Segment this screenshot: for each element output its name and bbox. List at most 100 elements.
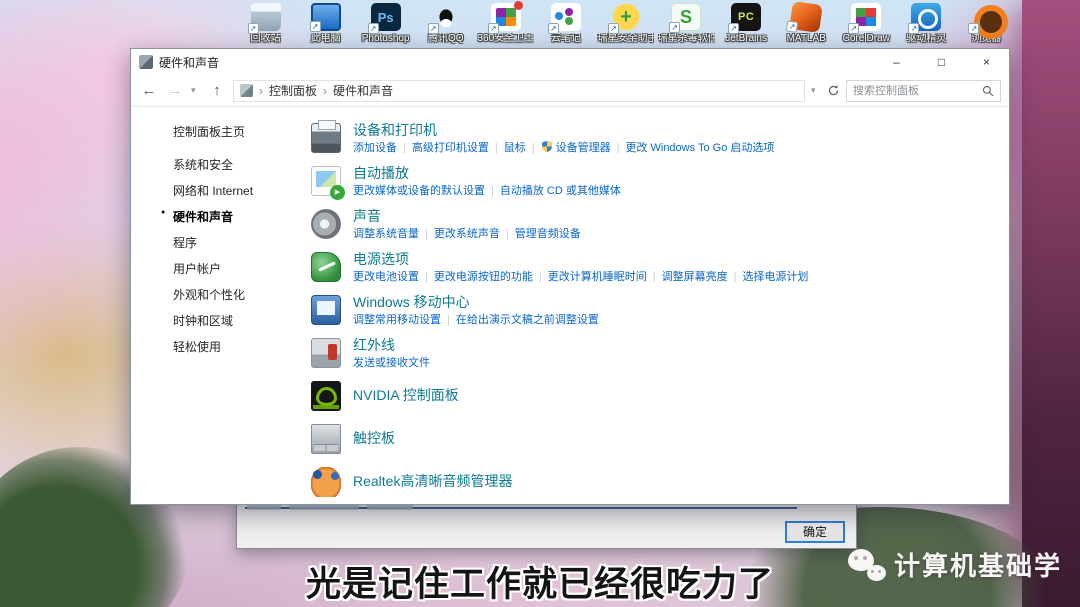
link-separator: | (506, 228, 509, 240)
task-link[interactable]: 选择电源计划 (742, 271, 808, 283)
sidebar-item[interactable]: 系统和安全 (173, 156, 299, 173)
window-title: 硬件和声音 (159, 54, 874, 71)
power-icon (311, 252, 341, 282)
desktop-icon-driver[interactable]: ↗ 驱动精灵 (898, 3, 955, 44)
desktop-icon-label: 360安全卫士 (477, 33, 534, 44)
task-link[interactable]: 调整屏幕亮度 (662, 271, 728, 283)
task-links: 添加设备|高级打印机设置|鼠标|设备管理器|更改 Windows To Go 启… (353, 140, 999, 157)
category-title[interactable]: 设备和打印机 (353, 121, 999, 140)
breadcrumb-control-panel[interactable]: 控制面板 (269, 82, 317, 99)
sidebar-item[interactable]: 外观和个性化 (173, 286, 299, 303)
task-link[interactable]: 鼠标 (504, 142, 526, 154)
driver-icon: ↗ (911, 3, 941, 31)
history-dropdown-icon[interactable]: ▾ (191, 85, 201, 96)
sidebar-item[interactable]: 控制面板主页 (173, 123, 299, 140)
task-links: 更改电池设置|更改电源按钮的功能|更改计算机睡眠时间|调整屏幕亮度|选择电源计划 (353, 269, 999, 286)
desktop-icon-browser[interactable]: ↗浏览器 (958, 3, 1015, 44)
sidebar: 控制面板主页系统和安全网络和 Internet 硬件和声音程序用户帐户外观和个性化… (131, 107, 299, 504)
360-icon: ↗ (491, 3, 521, 31)
close-button[interactable]: × (964, 49, 1009, 75)
category-title[interactable]: NVIDIA 控制面板 (353, 380, 999, 410)
refresh-icon[interactable] (827, 84, 840, 97)
desktop-icon-label: 此电脑 (297, 33, 354, 44)
desktop-icon-rising-av[interactable]: S↗瑞星杀毒软件 (658, 3, 715, 44)
category-section: 声音调整系统音量 | 更改系统声音 | 管理音频设备 (309, 207, 999, 243)
main-content: 设备和打印机添加设备 | 高级打印机设置 | 鼠标 | 设备管理器 | 更改 Windows T… (299, 107, 1009, 504)
shortcut-arrow-icon: ↗ (310, 21, 321, 32)
desktop-icon-jetbrains[interactable]: PC↗JetBrains (718, 3, 775, 44)
category-section: ▶自动播放更改媒体或设备的默认设置|自动播放 CD 或其他媒体 (309, 164, 999, 200)
desktop-icon-rising-assist[interactable]: +↗ 瑞星安全助手 (597, 3, 654, 44)
task-link[interactable]: 更改 Windows To Go 启动选项 (625, 142, 774, 154)
task-link[interactable]: 自动播放 CD 或其他媒体 (500, 185, 621, 197)
category-title[interactable]: 自动播放 (353, 164, 999, 183)
task-link[interactable]: 管理音频设备 (515, 228, 581, 240)
task-link[interactable]: 添加设备 (353, 142, 397, 154)
category-section: 电源选项更改电池设置|更改电源按钮的功能|更改计算机睡眠时间|调整屏幕亮度|选择… (309, 250, 999, 286)
sidebar-item[interactable]: 网络和 Internet (173, 182, 299, 199)
category-section: 触控板 (309, 422, 999, 454)
wallpaper-tree-trunk (1022, 0, 1080, 607)
search-icon[interactable] (982, 85, 994, 97)
sidebar-item[interactable]: 用户帐户 (173, 260, 299, 277)
corel-icon: ↗ (851, 3, 881, 31)
desktop-icon-label: 驱动精灵 (898, 33, 955, 44)
recycle-bin-icon: ↗ (251, 3, 281, 31)
task-link[interactable]: 发送或接收文件 (353, 357, 430, 369)
link-separator: | (425, 228, 428, 240)
task-link[interactable]: 设备管理器 (541, 142, 611, 154)
ok-button[interactable]: 确定 (785, 521, 845, 543)
task-link[interactable]: 更改媒体或设备的默认设置 (353, 185, 485, 197)
category-title[interactable]: 电源选项 (353, 250, 999, 269)
address-dropdown-icon[interactable]: ▾ (811, 85, 821, 96)
search-input[interactable] (853, 85, 982, 97)
desktop-icon-360[interactable]: ↗ 360安全卫士 (477, 3, 534, 44)
link-separator: | (495, 142, 498, 154)
task-link[interactable]: 更改电池设置 (353, 271, 419, 283)
this-pc-icon: ↗ (311, 3, 341, 31)
desktop-icon-label: 瑞星安全助手 (597, 33, 654, 44)
sidebar-item[interactable]: 程序 (173, 234, 299, 251)
minimize-button[interactable]: – (874, 49, 919, 75)
task-link[interactable]: 在给出演示文稿之前调整设置 (456, 314, 599, 326)
desktop-icon-photoshop[interactable]: Ps↗Photoshop (357, 3, 414, 44)
category-title[interactable]: 红外线 (353, 336, 999, 355)
category-title[interactable]: 声音 (353, 207, 999, 226)
shortcut-arrow-icon: ↗ (368, 23, 379, 34)
maximize-button[interactable]: □ (919, 49, 964, 75)
task-link[interactable]: 调整常用移动设置 (353, 314, 441, 326)
background-dialog: 确定 (236, 499, 857, 549)
jetbrains-icon: PC↗ (731, 3, 761, 31)
desktop-icon-notes[interactable]: ↗云笔记 (537, 3, 594, 44)
category-title[interactable]: 触控板 (353, 423, 999, 453)
task-link[interactable]: 高级打印机设置 (412, 142, 489, 154)
printer-icon (311, 123, 341, 153)
sidebar-item[interactable]: 硬件和声音 (173, 208, 299, 225)
titlebar[interactable]: 硬件和声音 – □ × (131, 49, 1009, 75)
task-link[interactable]: 更改计算机睡眠时间 (548, 271, 647, 283)
rising-assist-icon: +↗ (611, 3, 641, 31)
task-link[interactable]: 调整系统音量 (353, 228, 419, 240)
search-box[interactable] (846, 80, 1001, 102)
address-bar[interactable]: › 控制面板 › 硬件和声音 (233, 80, 805, 102)
desktop-icon-this-pc[interactable]: ↗此电脑 (297, 3, 354, 44)
sidebar-item[interactable]: 时钟和区域 (173, 312, 299, 329)
desktop-icon-corel[interactable]: ↗CorelDraw (838, 3, 895, 44)
shortcut-arrow-icon: ↗ (848, 23, 859, 34)
task-link[interactable]: 更改系统声音 (434, 228, 500, 240)
task-link[interactable]: 更改电源按钮的功能 (434, 271, 533, 283)
desktop-icon-matlab[interactable]: ↗MATLAB (778, 3, 835, 44)
category-title[interactable]: Windows 移动中心 (353, 293, 999, 312)
task-links: 调整系统音量 | 更改系统声音 | 管理音频设备 (353, 226, 999, 243)
forward-icon[interactable]: → (165, 82, 185, 99)
sidebar-item[interactable]: 轻松使用 (173, 338, 299, 355)
category-title[interactable]: Realtek高清晰音频管理器 (353, 466, 999, 496)
desktop-icon-recycle-bin[interactable]: ↗回收站 (237, 3, 294, 44)
desktop: ↗回收站↗此电脑Ps↗Photoshop↗腾讯QQ↗360安全卫士↗云笔记+↗瑞… (0, 0, 1080, 607)
task-links: 调整常用移动设置|在给出演示文稿之前调整设置 (353, 312, 999, 329)
link-separator: | (532, 142, 535, 154)
up-icon[interactable]: ↑ (207, 82, 227, 99)
desktop-icon-qq[interactable]: ↗腾讯QQ (417, 3, 474, 44)
breadcrumb-hardware-sound[interactable]: 硬件和声音 (333, 82, 393, 99)
back-icon[interactable]: ← (139, 82, 159, 99)
